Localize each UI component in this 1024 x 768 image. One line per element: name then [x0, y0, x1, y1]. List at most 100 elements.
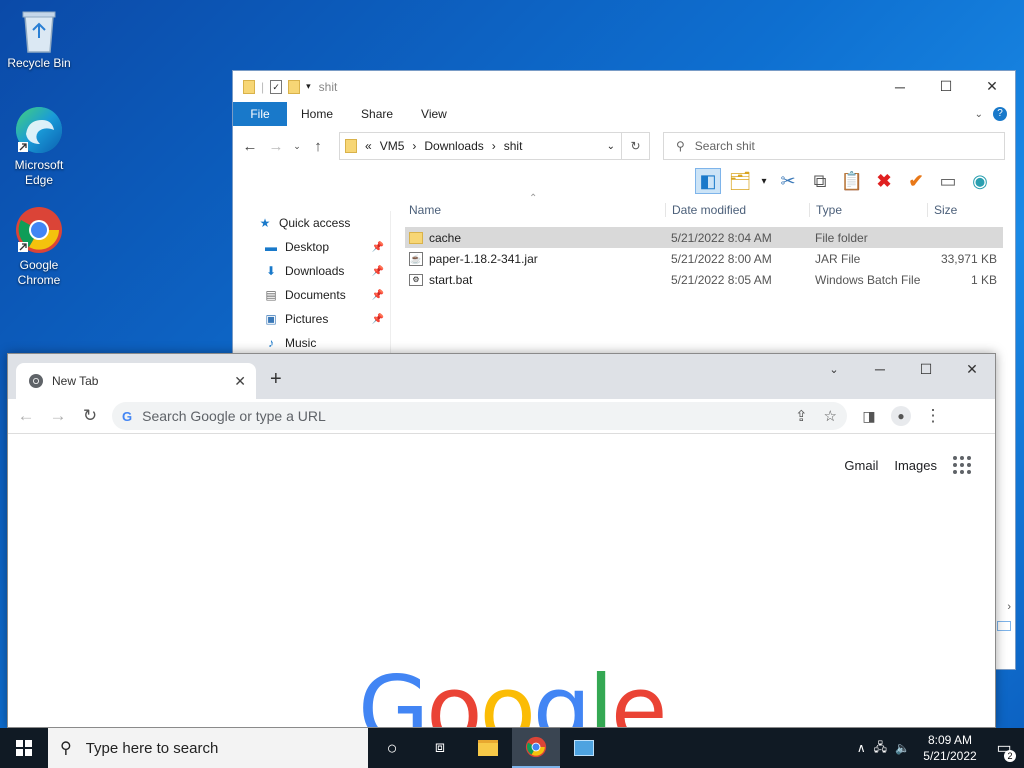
minimize-button[interactable]: ─	[857, 354, 903, 384]
file-explorer-taskbar-icon[interactable]	[464, 728, 512, 768]
side-panel-icon[interactable]: ◨	[859, 408, 879, 425]
taskbar-search[interactable]: ⚲ Type here to search	[48, 728, 368, 768]
menu-icon[interactable]: ⋮	[923, 406, 943, 426]
up-button[interactable]: ↑	[307, 138, 329, 155]
new-tab-button[interactable]: +	[270, 368, 282, 391]
tab-new-tab[interactable]: New Tab ✕	[16, 363, 256, 399]
desktop-icon-chrome[interactable]: Google Chrome	[1, 204, 77, 288]
desktop-icon: ▬	[265, 240, 277, 254]
remote-desktop-taskbar-icon[interactable]	[560, 728, 608, 768]
chrome-icon	[525, 736, 547, 758]
checkmark-icon[interactable]: ✔	[903, 168, 929, 194]
tab-home[interactable]: Home	[287, 102, 347, 126]
images-link[interactable]: Images	[894, 458, 937, 473]
customize-dropdown-icon[interactable]: ▾	[306, 81, 311, 92]
properties-icon[interactable]: 🗂	[727, 168, 753, 194]
notification-count: 2	[1004, 750, 1016, 762]
volume-icon[interactable]: 🔈	[895, 741, 910, 755]
new-folder-icon[interactable]	[288, 79, 301, 94]
minimize-button[interactable]: ─	[877, 71, 923, 102]
dropdown-icon[interactable]: ▾	[759, 168, 769, 194]
close-tab-icon[interactable]: ✕	[234, 373, 246, 390]
profile-avatar-icon[interactable]: ●	[891, 406, 911, 426]
search-icon: ⚲	[60, 740, 72, 757]
chrome-window: New Tab ✕ + ⌄ ─ ☐ ✕ ← → ↻ G Search Googl…	[7, 353, 996, 728]
search-placeholder: Search shit	[694, 139, 755, 153]
chrome-taskbar-icon[interactable]	[512, 728, 560, 768]
nav-item-documents[interactable]: ▤ Documents 📌	[233, 283, 390, 307]
paste-icon[interactable]: 📋	[839, 168, 865, 194]
close-button[interactable]: ✕	[969, 71, 1015, 102]
breadcrumb-vm5[interactable]: VM5	[380, 139, 405, 153]
back-button[interactable]: ←	[16, 406, 36, 426]
properties-icon[interactable]: ✓	[270, 79, 283, 94]
breadcrumb-downloads[interactable]: Downloads	[424, 139, 483, 153]
copy-icon[interactable]: ⧉	[807, 168, 833, 194]
clock[interactable]: 8:09 AM 5/21/2022	[918, 732, 982, 764]
omnibox-placeholder: Search Google or type a URL	[142, 408, 326, 424]
help-icon[interactable]: ?	[993, 107, 1007, 121]
nav-item-desktop[interactable]: ▬ Desktop 📌	[233, 235, 390, 259]
address-bar[interactable]: « VM5 › Downloads › shit ⌄ ↻	[339, 132, 650, 160]
forward-button[interactable]: →	[265, 138, 287, 155]
new-tab-page: Gmail Images Google	[8, 434, 995, 727]
shell-icon[interactable]: ◉	[967, 168, 993, 194]
tab-search-icon[interactable]: ⌄	[811, 354, 857, 384]
google-g-icon: G	[122, 408, 133, 424]
tab-file[interactable]: File	[233, 102, 287, 126]
refresh-icon[interactable]: ↻	[621, 133, 649, 159]
close-button[interactable]: ✕	[949, 354, 995, 384]
tab-share[interactable]: Share	[347, 102, 407, 126]
clock-date: 5/21/2022	[923, 749, 977, 763]
column-header-type[interactable]: Type	[809, 202, 927, 217]
cortana-icon[interactable]: ○	[368, 728, 416, 768]
file-name: cache	[429, 230, 462, 245]
desktop-icon-recycle-bin[interactable]: Recycle Bin	[1, 8, 77, 71]
scroll-right-icon[interactable]: ›	[1007, 601, 1011, 613]
desktop-icon-label: Google Chrome	[17, 258, 61, 287]
reload-button[interactable]: ↻	[80, 406, 100, 426]
search-field[interactable]: ⚲ Search shit	[663, 132, 1005, 160]
action-center-icon[interactable]: ▭ 2	[990, 738, 1018, 762]
cut-icon[interactable]: ✂	[775, 168, 801, 194]
nav-item-pictures[interactable]: ▣ Pictures 📌	[233, 307, 390, 331]
folder-icon[interactable]	[243, 79, 255, 94]
expand-ribbon-icon[interactable]: ⌄ ?	[975, 102, 1015, 126]
nav-item-music[interactable]: ♪ Music	[233, 331, 390, 355]
bookmark-star-icon[interactable]: ☆	[824, 407, 837, 425]
rename-icon[interactable]: ▭	[935, 168, 961, 194]
nav-label: Downloads	[285, 264, 345, 278]
column-header-date[interactable]: Date modified	[665, 202, 809, 217]
table-row[interactable]: ⚙ start.bat 5/21/2022 8:05 AM Windows Bat…	[405, 269, 1003, 290]
column-header-name[interactable]: Name	[405, 203, 665, 217]
task-view-icon[interactable]: ⧈	[416, 728, 464, 768]
maximize-button[interactable]: ☐	[903, 354, 949, 384]
delete-icon[interactable]: ✖	[871, 168, 897, 194]
column-header-size[interactable]: Size	[927, 202, 1001, 217]
gmail-link[interactable]: Gmail	[844, 458, 878, 473]
network-icon[interactable]: 🖧	[874, 738, 887, 759]
recent-locations-icon[interactable]: ⌄	[291, 141, 303, 152]
downloads-icon: ⬇	[265, 264, 277, 278]
breadcrumb-shit[interactable]: shit	[504, 139, 523, 153]
nav-item-quick-access[interactable]: ★ Quick access	[233, 211, 390, 235]
nav-item-downloads[interactable]: ⬇ Downloads 📌	[233, 259, 390, 283]
share-icon[interactable]: ⇪	[795, 407, 808, 425]
desktop-icon-edge[interactable]: Microsoft Edge	[1, 104, 77, 188]
show-hidden-icons-icon[interactable]: ∧	[857, 741, 866, 755]
apps-grid-icon[interactable]	[953, 456, 971, 474]
address-dropdown-icon[interactable]: ⌄	[607, 141, 615, 152]
breadcrumb-overflow[interactable]: «	[365, 139, 372, 153]
details-view-icon[interactable]	[997, 621, 1011, 631]
back-button[interactable]: ←	[239, 138, 261, 155]
forward-button[interactable]: →	[48, 406, 68, 426]
table-row[interactable]: ☕ paper-1.18.2-341.jar 5/21/2022 8:00 AM …	[405, 248, 1003, 269]
preview-pane-icon[interactable]: ◧	[695, 168, 721, 194]
chrome-icon	[16, 207, 62, 253]
start-button[interactable]	[0, 728, 48, 768]
maximize-button[interactable]: ☐	[923, 71, 969, 102]
omnibox[interactable]: G Search Google or type a URL ⇪ ☆	[112, 402, 847, 430]
table-row[interactable]: cache 5/21/2022 8:04 AM File folder	[405, 227, 1003, 248]
tab-view[interactable]: View	[407, 102, 461, 126]
pictures-icon: ▣	[265, 312, 277, 326]
